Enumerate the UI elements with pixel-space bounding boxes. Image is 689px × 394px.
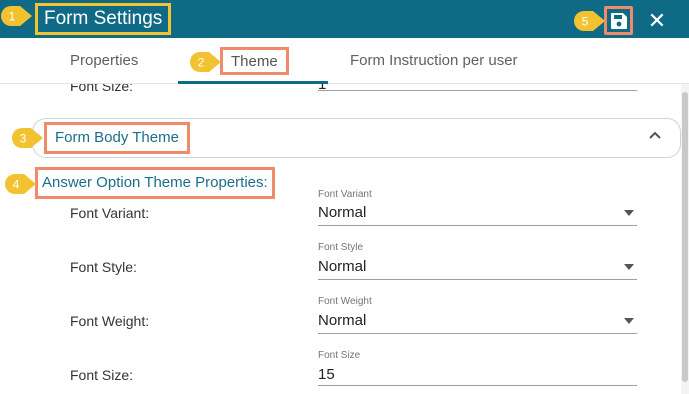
close-button[interactable]: ✕ bbox=[645, 6, 669, 35]
chevron-down-icon[interactable] bbox=[623, 209, 635, 217]
callout-marker-2: 2 bbox=[190, 52, 221, 72]
save-button[interactable] bbox=[604, 6, 633, 35]
dialog-title: Form Settings bbox=[35, 3, 172, 35]
chevron-up-icon[interactable] bbox=[646, 126, 664, 144]
callout-number-1: 1 bbox=[9, 10, 16, 24]
cut-off-field-underline bbox=[318, 90, 637, 91]
font-size-input[interactable]: 15 bbox=[318, 366, 335, 383]
font-style-caption: Font Style bbox=[318, 242, 364, 253]
font-style-label: Font Style: bbox=[70, 259, 137, 275]
font-style-select[interactable]: Normal bbox=[318, 258, 366, 275]
tab-theme[interactable]: Theme bbox=[220, 47, 289, 75]
font-weight-caption: Font Weight bbox=[318, 296, 372, 307]
save-icon bbox=[610, 12, 627, 29]
callout-marker-5: 5 bbox=[574, 11, 605, 31]
callout-number-4: 4 bbox=[13, 178, 20, 192]
tab-bar: Properties Theme Form Instruction per us… bbox=[0, 38, 689, 84]
font-weight-select[interactable]: Normal bbox=[318, 312, 366, 329]
callout-number-5: 5 bbox=[582, 15, 589, 29]
font-variant-underline bbox=[318, 225, 637, 226]
font-variant-label: Font Variant: bbox=[70, 205, 150, 221]
cut-off-font-size-value[interactable]: 1 bbox=[318, 84, 326, 93]
callout-number-2: 2 bbox=[198, 56, 205, 70]
font-variant-select[interactable]: Normal bbox=[318, 204, 366, 221]
scrollbar[interactable] bbox=[681, 84, 689, 394]
scrollbar-thumb[interactable] bbox=[682, 92, 688, 382]
font-weight-underline bbox=[318, 333, 637, 334]
cut-off-font-size-label: Font Size: bbox=[70, 84, 134, 94]
callout-marker-3: 3 bbox=[12, 128, 43, 148]
font-size-label: Font Size: bbox=[70, 367, 134, 383]
chevron-down-icon[interactable] bbox=[623, 317, 635, 325]
tab-form-instruction-per-user[interactable]: Form Instruction per user bbox=[350, 38, 518, 84]
font-size-underline bbox=[318, 385, 637, 386]
callout-marker-1: 1 bbox=[1, 6, 32, 26]
tab-properties[interactable]: Properties bbox=[70, 38, 138, 84]
font-variant-caption: Font Variant bbox=[318, 189, 372, 200]
callout-marker-4: 4 bbox=[5, 174, 36, 194]
font-size-caption: Font Size bbox=[318, 350, 361, 361]
settings-content: Font Size: 1 Form Body Theme Answer Opti… bbox=[0, 84, 689, 394]
close-icon: ✕ bbox=[647, 8, 667, 33]
answer-option-theme-title: Answer Option Theme Properties: bbox=[35, 167, 275, 199]
font-style-underline bbox=[318, 279, 637, 280]
font-weight-label: Font Weight: bbox=[70, 313, 150, 329]
callout-number-3: 3 bbox=[20, 132, 27, 146]
chevron-down-icon[interactable] bbox=[623, 263, 635, 271]
form-body-theme-title[interactable]: Form Body Theme bbox=[44, 122, 190, 154]
